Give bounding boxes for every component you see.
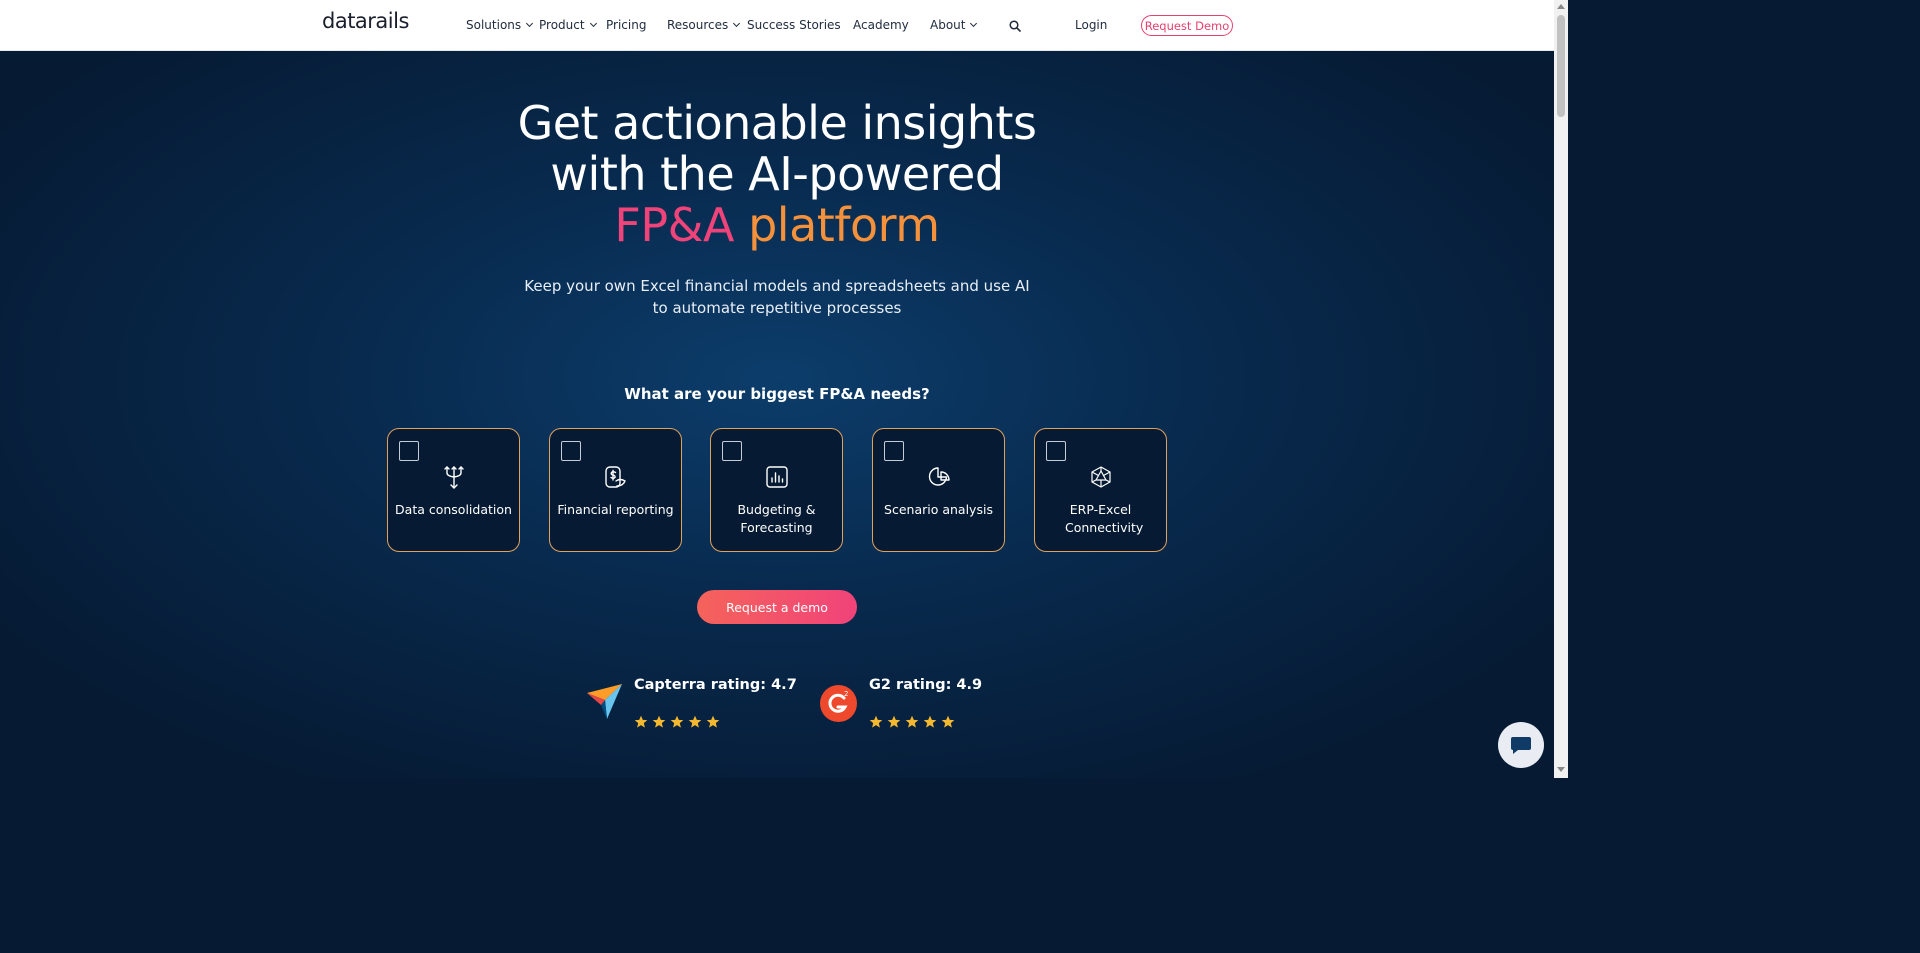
star-icon — [670, 715, 684, 728]
nav-label: Product — [539, 18, 585, 32]
nav-pricing[interactable]: Pricing — [606, 18, 646, 32]
need-card-label: Scenario analysis — [884, 502, 993, 517]
datarails-logo[interactable]: datarails — [322, 9, 409, 33]
hero-highlight-fpa: FP&A — [614, 198, 734, 252]
chat-icon — [1511, 737, 1531, 754]
chevron-down-icon — [589, 19, 597, 28]
star-icon — [923, 715, 937, 728]
need-card-label: ERP-Excel Connectivity — [1065, 502, 1144, 535]
nav-label: Pricing — [606, 18, 647, 32]
need-card-label: Financial reporting — [557, 502, 674, 517]
need-checkbox[interactable] — [399, 441, 419, 461]
nav-label: About — [930, 18, 966, 32]
nav-label: Academy — [853, 18, 909, 32]
hero-title-line-3: FP&A platform — [0, 199, 1554, 251]
nav-label: Resources — [667, 18, 729, 32]
hero-title-line-2: with the AI-powered — [550, 147, 1004, 201]
capterra-logo — [587, 684, 622, 719]
star-icon — [688, 715, 702, 728]
network-icon — [1091, 466, 1111, 488]
scrollbar-thumb[interactable] — [1557, 15, 1565, 117]
bar-chart-icon — [766, 466, 788, 488]
star-icon — [887, 715, 901, 728]
chevron-down-icon — [526, 19, 534, 28]
nav-product[interactable]: Product — [539, 18, 597, 32]
svg-text:2: 2 — [844, 690, 848, 698]
hero-subtitle-line-1: Keep your own Excel financial models and… — [524, 277, 1030, 295]
star-icon — [652, 715, 666, 728]
need-card-financial-reporting[interactable]: Financial reporting — [549, 428, 682, 552]
g2-logo: 2 — [820, 685, 857, 722]
star-icon — [634, 715, 648, 728]
pie-chart-icon — [928, 467, 950, 486]
rating-label: Capterra rating: 4.7 — [634, 677, 797, 693]
star-icon — [869, 715, 883, 728]
star-icon — [905, 715, 919, 728]
need-card-data-consolidation[interactable]: Data consolidation — [387, 428, 520, 552]
need-checkbox[interactable] — [1046, 441, 1066, 461]
star-rating — [634, 715, 720, 729]
nav-success-stories[interactable]: Success Stories — [747, 18, 841, 32]
need-card-label: Data consolidation — [395, 502, 512, 517]
chevron-down-icon — [970, 19, 978, 28]
star-rating — [869, 715, 955, 729]
hero-section: Get actionable insights with the AI-powe… — [0, 51, 1554, 778]
need-card-scenario-analysis[interactable]: Scenario analysis — [872, 428, 1005, 552]
request-demo-button[interactable]: Request Demo — [1141, 15, 1233, 36]
merge-arrows-icon — [444, 466, 464, 489]
needs-question: What are your biggest FP&A needs? — [624, 385, 930, 403]
nav-label: Success Stories — [747, 18, 841, 32]
need-checkbox[interactable] — [884, 441, 904, 461]
need-checkbox[interactable] — [561, 441, 581, 461]
hero-subtitle-line-2: to automate repetitive processes — [652, 299, 902, 317]
nav-academy[interactable]: Academy — [853, 18, 909, 32]
need-card-budgeting-forecasting[interactable]: Budgeting & Forecasting — [710, 428, 843, 552]
scroll-down-arrow-icon[interactable] — [1557, 767, 1565, 772]
login-link[interactable]: Login — [1075, 18, 1107, 32]
request-a-demo-button[interactable]: Request a demo — [697, 590, 857, 624]
scroll-up-arrow-icon[interactable] — [1557, 4, 1565, 9]
hero-highlight-platform: platform — [748, 198, 940, 252]
dollar-report-icon — [605, 466, 626, 488]
nav-resources[interactable]: Resources — [667, 18, 741, 32]
nav-solutions[interactable]: Solutions — [466, 18, 534, 32]
star-icon — [941, 715, 955, 728]
chevron-down-icon — [733, 19, 741, 28]
search-icon[interactable] — [1009, 20, 1021, 32]
nav-label: Solutions — [466, 18, 522, 32]
hero-title-line-1: Get actionable insights — [517, 96, 1037, 150]
page-scrollbar[interactable] — [1554, 0, 1568, 778]
g2-rating: G2 rating: 4.9 — [869, 677, 983, 728]
star-icon — [706, 715, 720, 728]
need-card-label: Budgeting & Forecasting — [737, 502, 816, 535]
rating-label: G2 rating: 4.9 — [869, 677, 983, 693]
chat-widget-button[interactable] — [1498, 722, 1544, 768]
need-card-erp-excel[interactable]: ERP-Excel Connectivity — [1034, 428, 1167, 552]
site-header: datarails Solutions Product Pricing Reso… — [0, 0, 1554, 51]
capterra-rating: Capterra rating: 4.7 — [634, 677, 797, 728]
need-checkbox[interactable] — [722, 441, 742, 461]
nav-about[interactable]: About — [930, 18, 978, 32]
